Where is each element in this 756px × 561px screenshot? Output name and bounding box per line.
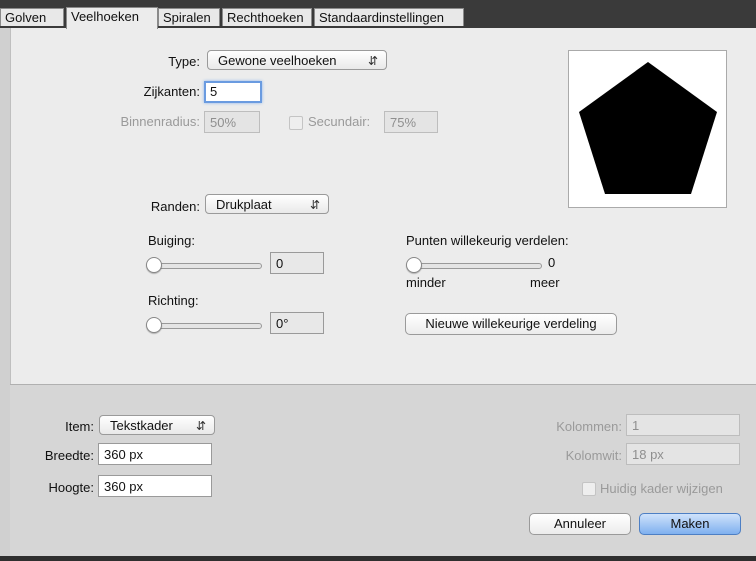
type-popup[interactable]: Gewone veelhoeken ⇵ [207,50,387,70]
slider-knob[interactable] [146,317,162,333]
modify-frame-label: Huidig kader wijzigen [600,481,723,496]
slider-knob[interactable] [406,257,422,273]
secondary-label: Secundair: [308,114,371,129]
slider-track [150,263,262,269]
cancel-button[interactable]: Annuleer [529,513,631,535]
make-button[interactable]: Maken [639,513,741,535]
sides-label: Zijkanten: [143,84,200,99]
dialog-left-edge [0,28,10,556]
type-label: Type: [168,54,200,69]
direction-label: Richting: [148,293,199,308]
random-max-label: meer [530,275,560,290]
polygon-dialog: Golven Veelhoeken Spiralen Rechthoeken S… [0,0,756,561]
height-label: Hoogte: [48,480,94,495]
edges-popup[interactable]: Drukplaat ⇵ [205,194,329,214]
type-value: Gewone veelhoeken [218,53,337,68]
popup-arrows-icon: ⇵ [367,54,378,68]
slider-track [150,323,262,329]
random-value: 0 [548,255,556,270]
tab-label: Standaardinstellingen [319,10,445,25]
direction-value-field[interactable]: 0° [270,312,324,334]
popup-arrows-icon: ⇵ [195,419,206,433]
sides-field[interactable]: 5 [204,81,262,103]
random-label: Punten willekeurig verdelen: [406,233,569,248]
tab-spiralen[interactable]: Spiralen [158,8,220,26]
tab-veelhoeken[interactable]: Veelhoeken [66,7,158,29]
edges-label: Randen: [150,199,200,214]
gutter-label: Kolomwit: [565,448,622,463]
pentagon-preview-shape [579,62,717,194]
tab-rechthoeken[interactable]: Rechthoeken [222,8,312,26]
tab-label: Rechthoeken [227,10,304,25]
tab-bar: Golven Veelhoeken Spiralen Rechthoeken S… [0,0,756,29]
columns-label: Kolommen: [556,419,622,434]
width-field[interactable]: 360 px [98,443,212,465]
item-label: Item: [65,419,94,434]
slider-knob[interactable] [146,257,162,273]
direction-slider[interactable] [146,316,262,336]
columns-field[interactable]: 1 [626,414,740,436]
polygon-preview [568,50,727,208]
height-field[interactable]: 360 px [98,475,212,497]
bend-label: Buiging: [148,233,195,248]
tab-golven[interactable]: Golven [0,8,64,26]
new-random-distribution-button[interactable]: Nieuwe willekeurige verdeling [405,313,617,335]
edges-value: Drukplaat [216,197,272,212]
item-popup[interactable]: Tekstkader ⇵ [99,415,215,435]
bend-slider[interactable] [146,256,262,276]
inner-radius-label: Binnenradius: [120,114,201,129]
bend-value-field[interactable]: 0 [270,252,324,274]
modify-frame-checkbox[interactable] [582,482,596,496]
width-label: Breedte: [44,448,94,463]
popup-arrows-icon: ⇵ [309,198,320,212]
inner-radius-field[interactable]: 50% [204,111,260,133]
random-min-label: minder [406,275,446,290]
tab-label: Spiralen [163,10,211,25]
random-slider[interactable] [406,256,542,276]
tab-label: Golven [5,10,47,25]
dialog-bottom-edge [0,556,756,561]
tab-standaardinstellingen[interactable]: Standaardinstellingen [314,8,464,26]
secondary-checkbox[interactable] [289,116,303,130]
item-value: Tekstkader [110,418,173,433]
gutter-field[interactable]: 18 px [626,443,740,465]
secondary-field[interactable]: 75% [384,111,438,133]
tab-label: Veelhoeken [71,9,139,24]
slider-track [410,263,542,269]
